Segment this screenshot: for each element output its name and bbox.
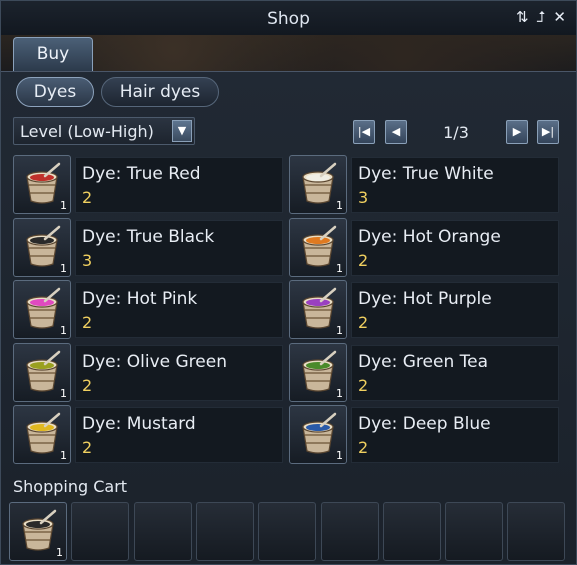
shopping-cart-title: Shopping Cart: [13, 477, 128, 496]
shop-item[interactable]: 1 Dye: Mustard 2: [13, 405, 283, 464]
item-quantity: 1: [336, 261, 343, 275]
shop-window: Shop ⇅ ⮥ ✕ Buy Dyes Hair dyes Level (Low…: [0, 0, 577, 565]
item-price: 3: [358, 188, 369, 207]
item-name: Dye: Hot Purple: [358, 289, 492, 309]
item-quantity: 1: [336, 324, 343, 337]
category-hair-dyes-button[interactable]: Hair dyes: [101, 77, 219, 107]
dye-bucket-icon[interactable]: 1: [289, 342, 347, 402]
item-quantity: 1: [336, 386, 343, 400]
item-info[interactable]: Dye: Mustard 2: [75, 407, 283, 463]
item-price: 2: [358, 313, 369, 332]
item-info[interactable]: Dye: Hot Orange 2: [351, 219, 559, 276]
item-info[interactable]: Dye: Hot Pink 2: [75, 282, 283, 338]
dye-bucket-icon[interactable]: 1: [13, 155, 71, 214]
refresh-icon[interactable]: ⇅: [516, 9, 529, 25]
item-info[interactable]: Dye: True Black 3: [75, 219, 283, 276]
shop-item[interactable]: 1 Dye: Green Tea 2: [289, 342, 559, 402]
item-price: 2: [358, 250, 369, 270]
page-indicator: 1/3: [443, 123, 469, 142]
item-name: Dye: Hot Pink: [82, 289, 198, 309]
item-price: 2: [82, 375, 93, 395]
cart-slot-empty[interactable]: [445, 502, 504, 561]
item-quantity: 1: [60, 199, 67, 212]
item-name: Dye: Deep Blue: [358, 414, 491, 434]
shop-item[interactable]: 1 Dye: Hot Purple 2: [289, 280, 559, 339]
item-price: 2: [82, 438, 93, 457]
item-name: Dye: Hot Orange: [358, 226, 501, 247]
last-page-button[interactable]: ▶|: [537, 120, 559, 144]
cart-slot-empty[interactable]: [507, 502, 566, 561]
item-info[interactable]: Dye: Olive Green 2: [75, 344, 283, 401]
shop-item[interactable]: 1 Dye: True White 3: [289, 155, 559, 214]
item-name: Dye: Olive Green: [82, 351, 227, 372]
chevron-down-icon[interactable]: ▼: [172, 120, 192, 142]
dye-bucket-icon[interactable]: 1: [289, 280, 347, 339]
tab-buy[interactable]: Buy: [13, 37, 93, 71]
item-quantity: 1: [60, 261, 67, 275]
item-name: Dye: True Black: [82, 226, 215, 247]
item-name: Dye: Green Tea: [358, 351, 488, 372]
item-info[interactable]: Dye: True White 3: [351, 157, 559, 213]
dye-bucket-icon[interactable]: 1: [13, 342, 71, 402]
item-price: 2: [82, 188, 93, 207]
dye-bucket-icon[interactable]: 1: [289, 217, 347, 277]
shop-item[interactable]: 1 Dye: True Red 2: [13, 155, 283, 214]
item-name: Dye: True White: [358, 164, 494, 184]
shop-item[interactable]: 1 Dye: True Black 3: [13, 217, 283, 277]
cart-slot-empty[interactable]: [258, 502, 317, 561]
item-price: 3: [82, 250, 93, 270]
item-price: 2: [82, 313, 93, 332]
item-quantity: 1: [336, 449, 343, 462]
prev-page-button[interactable]: ◀: [385, 120, 407, 144]
cart-slot-empty[interactable]: [71, 502, 130, 561]
cart-slot-empty[interactable]: [195, 502, 254, 561]
item-info[interactable]: Dye: True Red 2: [75, 157, 283, 213]
shop-item[interactable]: 1 Dye: Deep Blue 2: [289, 405, 559, 464]
cart-slot-filled[interactable]: 1: [9, 502, 67, 561]
dye-bucket-icon[interactable]: 1: [289, 405, 347, 464]
item-name: Dye: Mustard: [82, 414, 196, 434]
close-icon[interactable]: ✕: [553, 9, 566, 25]
shop-item[interactable]: 1 Dye: Olive Green 2: [13, 342, 283, 402]
item-quantity: 1: [60, 386, 67, 400]
cart-item-quantity: 1: [56, 546, 63, 559]
window-title: Shop: [267, 9, 310, 29]
dye-bucket-icon[interactable]: 1: [13, 280, 71, 339]
dye-bucket-icon[interactable]: 1: [289, 155, 347, 214]
sort-selected-value: Level (Low-High): [20, 122, 154, 141]
titlebar[interactable]: Shop ⇅ ⮥ ✕: [1, 1, 576, 36]
item-quantity: 1: [60, 449, 67, 462]
next-page-button[interactable]: ▶: [506, 120, 528, 144]
item-info[interactable]: Dye: Green Tea 2: [351, 344, 559, 401]
item-quantity: 1: [60, 324, 67, 337]
cart-slot-empty[interactable]: [320, 502, 379, 561]
item-price: 2: [358, 438, 369, 457]
item-info[interactable]: Dye: Deep Blue 2: [351, 407, 559, 463]
item-name: Dye: True Red: [82, 164, 201, 184]
shop-item[interactable]: 1 Dye: Hot Orange 2: [289, 217, 559, 277]
cart-slot-empty[interactable]: [133, 502, 192, 561]
category-dyes-button[interactable]: Dyes: [16, 77, 94, 107]
collapse-icon[interactable]: ⮥: [537, 9, 546, 25]
shop-item[interactable]: 1 Dye: Hot Pink 2: [13, 280, 283, 339]
item-quantity: 1: [336, 199, 343, 212]
dye-bucket-icon: [22, 509, 57, 551]
cart-slot-empty[interactable]: [382, 502, 441, 561]
first-page-button[interactable]: |◀: [353, 120, 375, 144]
dye-bucket-icon[interactable]: 1: [13, 405, 71, 464]
dye-bucket-icon[interactable]: 1: [13, 217, 71, 277]
item-price: 2: [358, 375, 369, 395]
item-info[interactable]: Dye: Hot Purple 2: [351, 282, 559, 338]
sort-dropdown[interactable]: Level (Low-High) ▼: [13, 117, 195, 145]
tab-bar: Buy: [1, 35, 576, 72]
